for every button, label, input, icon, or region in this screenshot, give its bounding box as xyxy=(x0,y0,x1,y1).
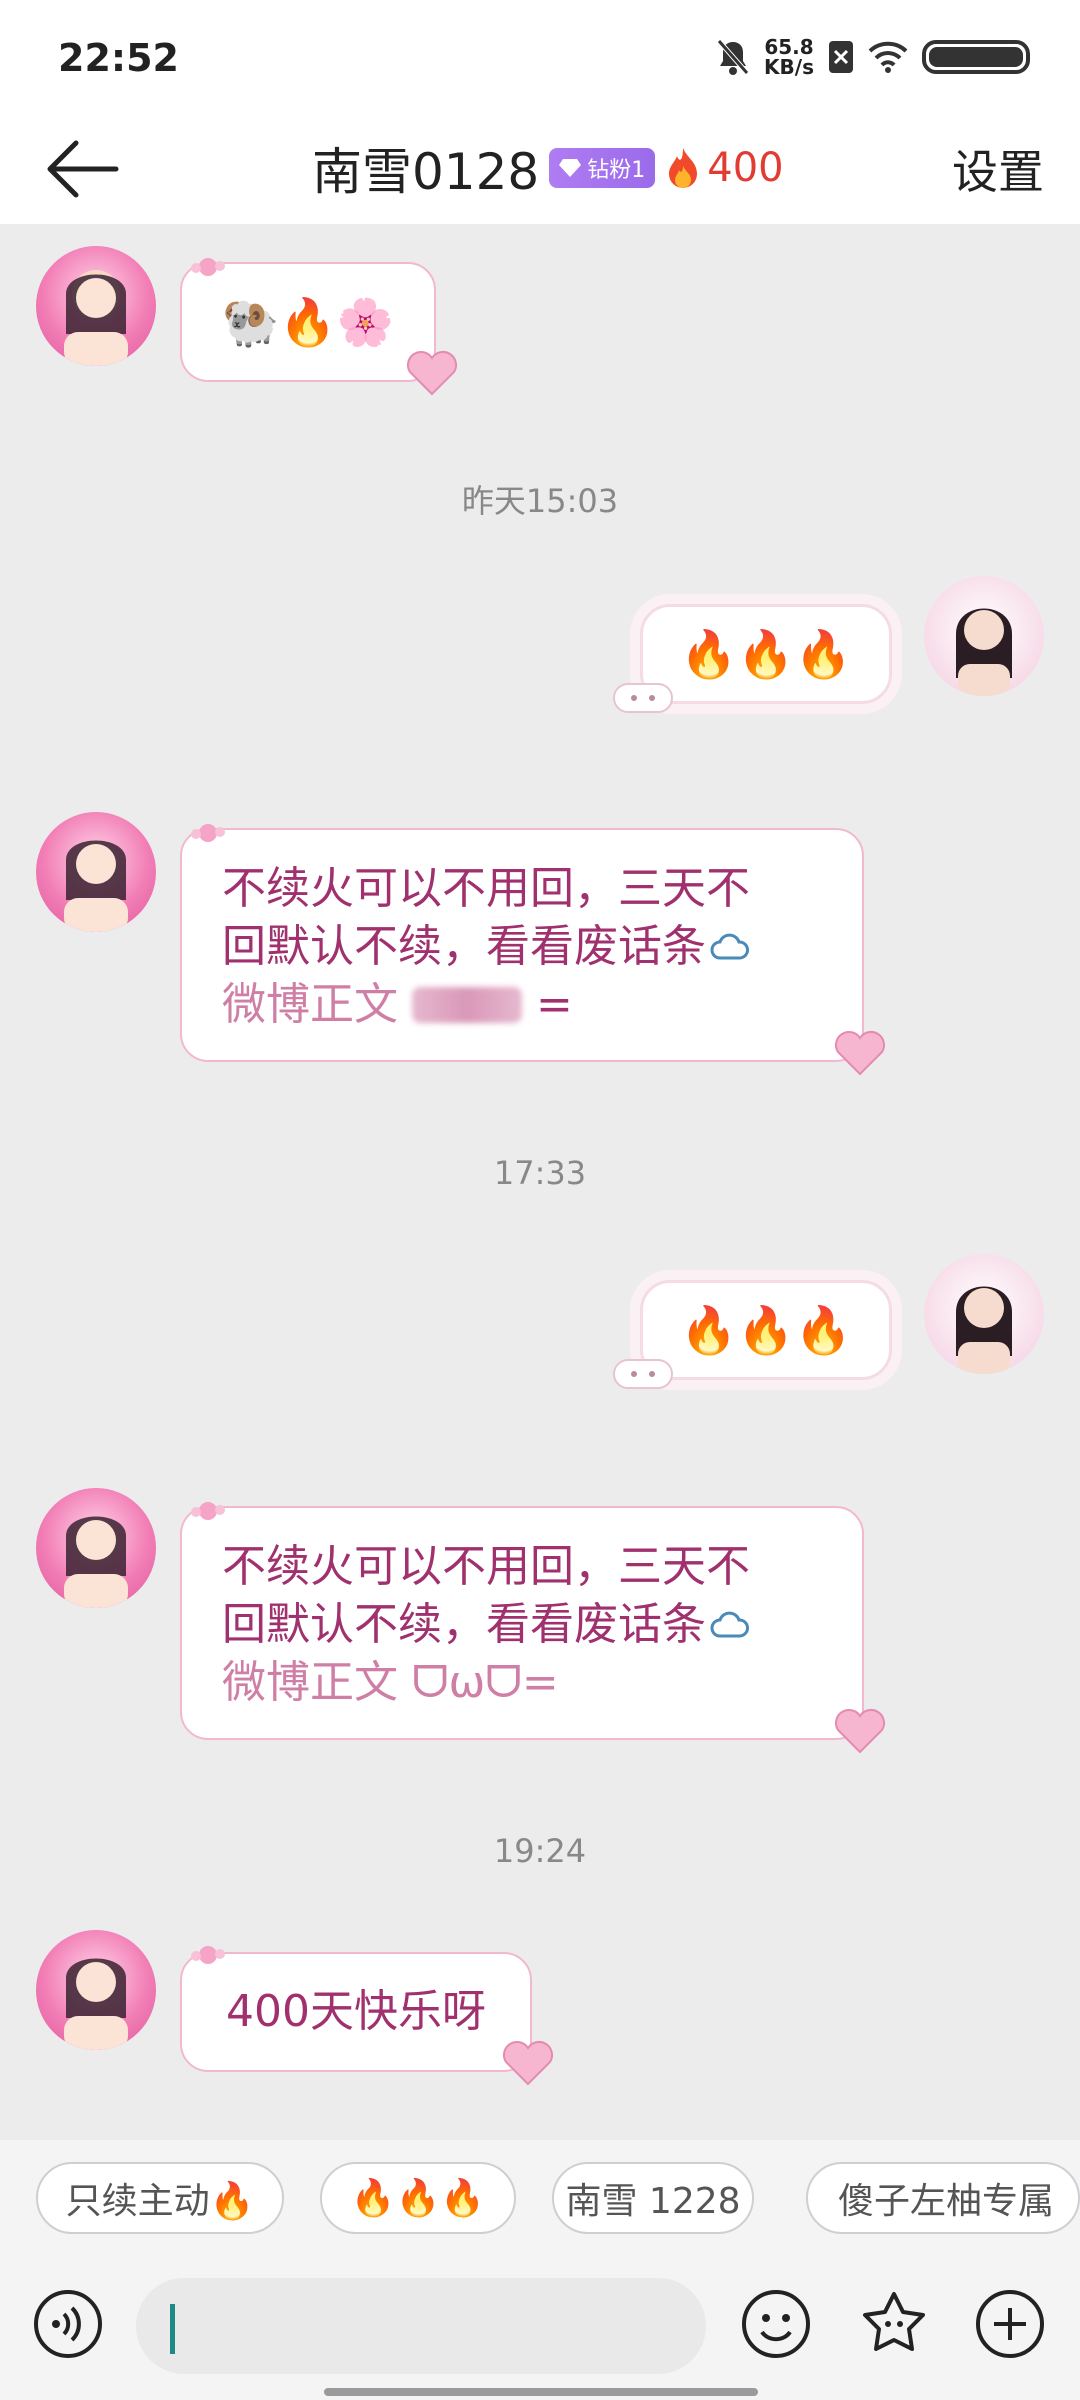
message-emojis: 🐏🔥🌸 xyxy=(222,295,394,349)
fire-streak: 400 xyxy=(665,145,784,191)
heart-decoration-icon xyxy=(835,1709,885,1754)
battery-icon xyxy=(922,40,1030,74)
sim-x-icon xyxy=(829,41,853,73)
quick-reply-chip[interactable]: 只续主动🔥 xyxy=(36,2162,284,2234)
plus-icon[interactable] xyxy=(974,2288,1046,2360)
settings-button[interactable]: 设置 xyxy=(952,136,1044,202)
message-list[interactable]: 🐏🔥🌸 昨天15:03 🔥🔥🔥 不续火可以不用回，三天不 回默认不续，看看废话条… xyxy=(0,224,1080,2140)
message-text-line: 回默认不续，看看废话条 xyxy=(222,1596,822,1654)
message-text-line: 回默认不续，看看废话条 xyxy=(222,918,822,976)
heart-decoration-icon xyxy=(503,2041,553,2086)
message-bubble-incoming[interactable]: 不续火可以不用回，三天不 回默认不续，看看废话条 微博正文 = xyxy=(180,828,864,1062)
fire-icon xyxy=(669,148,698,188)
message-text: 微博正文 xyxy=(222,979,398,1030)
message-text-line: 微博正文 ᗜωᗜ= xyxy=(222,1657,559,1708)
back-arrow-icon[interactable] xyxy=(42,134,122,204)
status-bar: 22:52 65.8 KB/s xyxy=(0,0,1080,112)
flower-decoration-icon xyxy=(191,1502,225,1520)
voice-icon[interactable] xyxy=(32,2288,104,2360)
cloud-icon xyxy=(710,933,749,960)
contact-avatar[interactable] xyxy=(36,246,156,366)
text-caret xyxy=(170,2304,175,2354)
network-speed: 65.8 KB/s xyxy=(764,37,814,77)
message-text-line: 不续火可以不用回，三天不 xyxy=(222,863,750,914)
message-text: 回默认不续，看看废话条 xyxy=(222,1599,706,1650)
heart-decoration-icon xyxy=(835,1031,885,1076)
speed-value: 65.8 xyxy=(764,35,814,59)
message-text-line: 微博正文 = xyxy=(222,976,822,1034)
quick-reply-bar: 只续主动🔥 🔥🔥🔥 南雪 1228 傻子左柚专属 xyxy=(0,2140,1080,2260)
status-icons: 65.8 KB/s xyxy=(716,34,1030,80)
message-fires: 🔥🔥🔥 xyxy=(680,1303,852,1357)
message-bubble-outgoing[interactable]: 🔥🔥🔥 xyxy=(640,1280,892,1380)
my-avatar[interactable] xyxy=(924,576,1044,696)
avatar-portrait-icon xyxy=(64,270,128,366)
message-bubble-incoming[interactable]: 不续火可以不用回，三天不 回默认不续，看看废话条 微博正文 ᗜωᗜ= xyxy=(180,1506,864,1740)
contact-avatar[interactable] xyxy=(36,1488,156,1608)
contact-avatar[interactable] xyxy=(36,812,156,932)
cloud-pet-decoration-icon xyxy=(613,1359,673,1389)
title-group: 南雪0128 钻粉1 400 xyxy=(312,126,784,210)
timestamp: 19:24 xyxy=(493,1832,587,1870)
input-bar xyxy=(0,2260,1080,2400)
fan-badge-label: 钻粉1 xyxy=(587,158,646,183)
flower-decoration-icon xyxy=(191,824,225,842)
fan-badge: 钻粉1 xyxy=(549,148,656,188)
quick-reply-chip[interactable]: 南雪 1228 xyxy=(552,2162,754,2234)
home-indicator[interactable] xyxy=(324,2388,758,2396)
avatar-portrait-icon xyxy=(64,1516,128,1608)
speed-unit: KB/s xyxy=(764,55,814,79)
avatar-portrait-icon xyxy=(64,840,128,932)
cloud-pet-decoration-icon xyxy=(613,683,673,713)
message-text: 400天快乐呀 xyxy=(226,1986,486,2037)
timestamp: 17:33 xyxy=(493,1154,587,1192)
blurred-content xyxy=(412,987,522,1023)
avatar-portrait-icon xyxy=(64,1958,128,2050)
avatar-portrait-icon xyxy=(956,1286,1012,1374)
flower-decoration-icon xyxy=(191,1946,225,1964)
flower-decoration-icon xyxy=(191,258,225,276)
message-bubble-incoming[interactable]: 400天快乐呀 xyxy=(180,1952,532,2072)
heart-decoration-icon xyxy=(407,351,457,396)
mute-bell-icon xyxy=(717,39,749,75)
quick-reply-chip[interactable]: 傻子左柚专属 xyxy=(806,2162,1080,2234)
quick-reply-chip[interactable]: 🔥🔥🔥 xyxy=(320,2162,516,2234)
chat-header: 南雪0128 钻粉1 400 设置 xyxy=(0,112,1080,224)
cloud-icon xyxy=(710,1611,749,1638)
streak-count: 400 xyxy=(707,145,784,191)
timestamp: 昨天15:03 xyxy=(461,482,619,520)
contact-avatar[interactable] xyxy=(36,1930,156,2050)
contact-name[interactable]: 南雪0128 xyxy=(312,132,539,204)
status-time: 22:52 xyxy=(58,36,179,80)
diamond-icon xyxy=(559,159,582,177)
message-text-line: 不续火可以不用回，三天不 xyxy=(222,1541,750,1592)
sticker-icon[interactable] xyxy=(858,2288,930,2360)
message-text: 回默认不续，看看废话条 xyxy=(222,921,706,972)
emoji-icon[interactable] xyxy=(740,2288,812,2360)
avatar-portrait-icon xyxy=(956,608,1012,696)
message-fires: 🔥🔥🔥 xyxy=(680,627,852,681)
message-bubble-outgoing[interactable]: 🔥🔥🔥 xyxy=(640,604,892,704)
chat-screen: 22:52 65.8 KB/s 南雪0128 钻粉1 400 设置 🐏🔥🌸 昨天… xyxy=(0,0,1080,2400)
my-avatar[interactable] xyxy=(924,1254,1044,1374)
message-input[interactable] xyxy=(136,2278,706,2374)
wifi-icon xyxy=(868,41,908,73)
